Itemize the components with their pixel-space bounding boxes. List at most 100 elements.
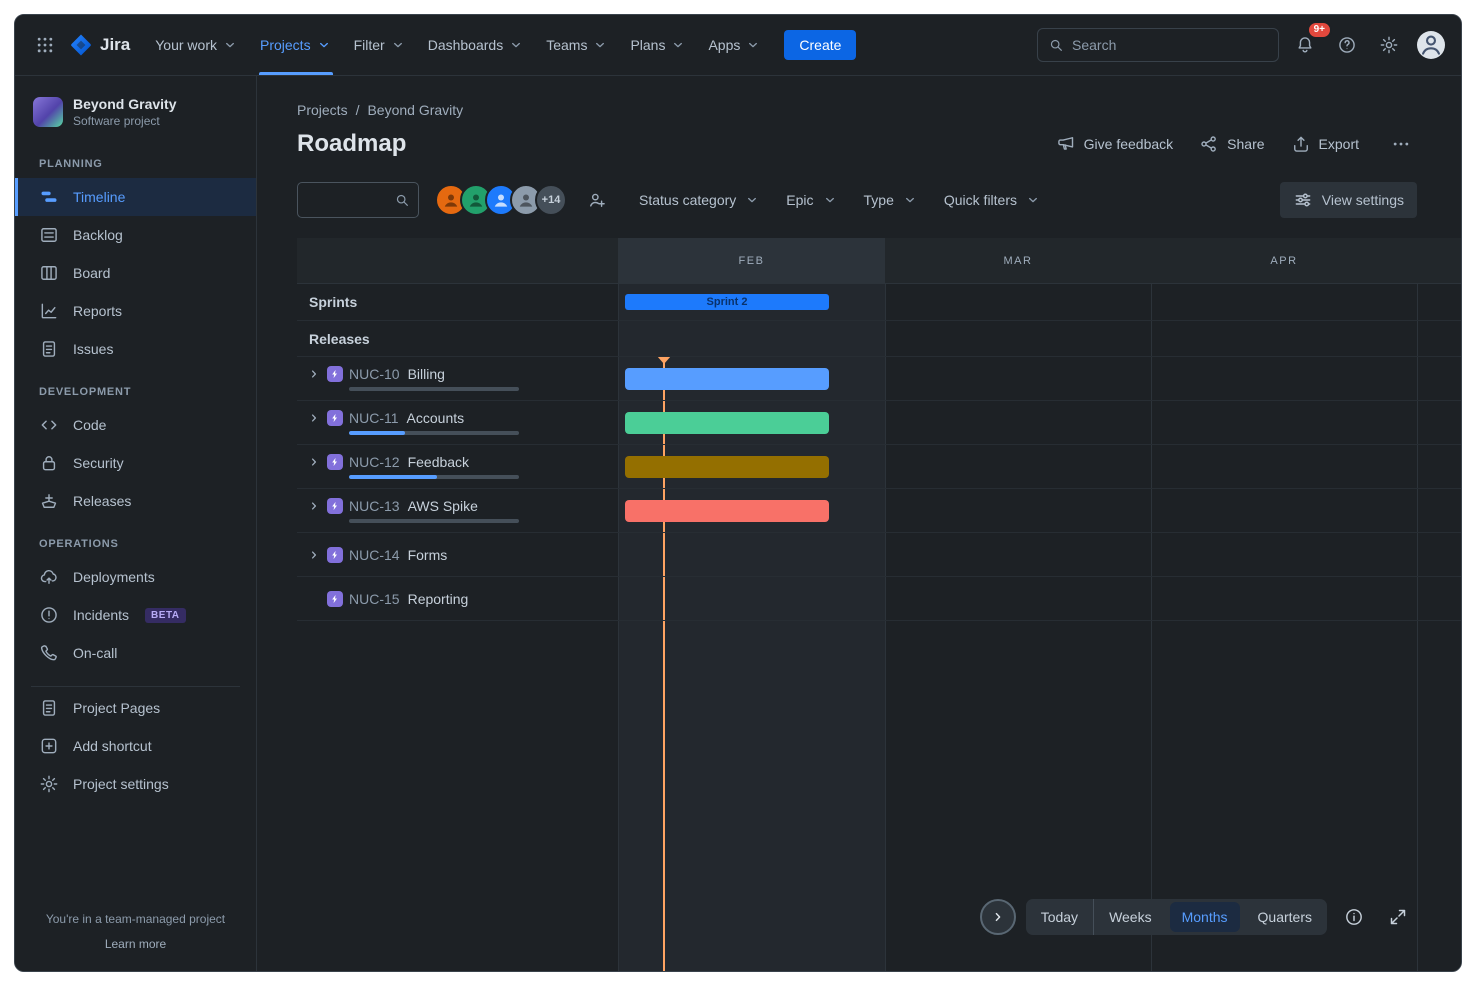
epic-row[interactable]: NUC-12 Feedback xyxy=(297,445,1461,489)
incident-alert-icon xyxy=(39,605,59,625)
nav-filter[interactable]: Filter xyxy=(343,15,417,75)
sidebar-item-add-shortcut[interactable]: Add shortcut xyxy=(15,727,256,765)
chevron-down-icon xyxy=(508,37,524,53)
jira-logo[interactable]: Jira xyxy=(61,33,144,57)
sidebar-divider xyxy=(31,686,240,687)
project-header[interactable]: Beyond Gravity Software project xyxy=(15,94,256,140)
avatar-overflow-count[interactable]: +14 xyxy=(535,184,567,216)
roadmap-main: Projects / Beyond Gravity Roadmap Give f… xyxy=(257,76,1461,971)
epic-progress-track xyxy=(349,387,519,391)
nav-plans[interactable]: Plans xyxy=(619,15,697,75)
filter-status-category[interactable]: Status category xyxy=(629,186,770,214)
nav-apps[interactable]: Apps xyxy=(697,15,772,75)
create-button[interactable]: Create xyxy=(784,30,856,60)
filter-type[interactable]: Type xyxy=(854,186,928,214)
epic-row[interactable]: NUC-10 Billing xyxy=(297,357,1461,401)
more-actions-button[interactable] xyxy=(1385,128,1417,160)
sidebar-item-project-pages[interactable]: Project Pages xyxy=(15,689,256,727)
global-search-input[interactable] xyxy=(1072,37,1268,53)
epic-bar[interactable] xyxy=(625,456,829,478)
zoom-quarters-button[interactable]: Quarters xyxy=(1243,899,1327,935)
share-icon xyxy=(1199,134,1219,154)
cloud-upload-icon xyxy=(39,567,59,587)
zoom-months-button[interactable]: Months xyxy=(1170,902,1240,932)
sidebar-item-issues[interactable]: Issues xyxy=(15,330,256,368)
share-button[interactable]: Share xyxy=(1199,134,1264,154)
chevron-down-icon xyxy=(902,192,918,208)
epic-row[interactable]: NUC-11 Accounts xyxy=(297,401,1461,445)
sidebar-item-board[interactable]: Board xyxy=(15,254,256,292)
epic-row[interactable]: NUC-15 Reporting xyxy=(297,577,1461,621)
sidebar-item-security[interactable]: Security xyxy=(15,444,256,482)
lock-icon xyxy=(39,453,59,473)
sprint-bar[interactable]: Sprint 2 xyxy=(625,294,829,310)
nav-label: Projects xyxy=(260,37,311,53)
chevron-right-icon[interactable] xyxy=(307,411,321,425)
board-icon xyxy=(39,263,59,283)
timeline-bottom-controls: Today Weeks Months Quarters xyxy=(980,899,1415,935)
sidebar-item-label: Project settings xyxy=(73,776,169,792)
top-navigation-bar: Jira Your work Projects Filter Dashboard… xyxy=(15,15,1461,76)
filter-quick-filters[interactable]: Quick filters xyxy=(934,186,1051,214)
epic-bar[interactable] xyxy=(625,412,829,434)
breadcrumb-projects[interactable]: Projects xyxy=(297,102,348,118)
settings-button[interactable] xyxy=(1373,29,1405,61)
global-search[interactable] xyxy=(1037,28,1279,62)
sidebar-item-reports[interactable]: Reports xyxy=(15,292,256,330)
give-feedback-button[interactable]: Give feedback xyxy=(1056,134,1174,154)
filter-epic[interactable]: Epic xyxy=(776,186,847,214)
assignee-avatars: +14 xyxy=(435,184,567,216)
nav-projects[interactable]: Projects xyxy=(249,15,343,75)
nav-dashboards[interactable]: Dashboards xyxy=(417,15,536,75)
epic-row[interactable]: NUC-14 Forms xyxy=(297,533,1461,577)
chevron-right-icon[interactable] xyxy=(307,367,321,381)
sidebar-item-incidents[interactable]: Incidents BETA xyxy=(15,596,256,634)
sidebar-item-backlog[interactable]: Backlog xyxy=(15,216,256,254)
beta-badge: BETA xyxy=(145,608,185,623)
action-label: Export xyxy=(1319,136,1359,152)
month-header-feb: FEB xyxy=(618,238,885,283)
timeline-search-input[interactable] xyxy=(308,192,394,208)
today-button[interactable]: Today xyxy=(1026,899,1094,935)
sidebar-item-releases[interactable]: Releases xyxy=(15,482,256,520)
breadcrumb-project-name[interactable]: Beyond Gravity xyxy=(367,102,463,118)
epic-bar[interactable] xyxy=(625,500,829,522)
sidebar-item-deployments[interactable]: Deployments xyxy=(15,558,256,596)
reports-icon xyxy=(39,301,59,321)
nav-teams[interactable]: Teams xyxy=(535,15,619,75)
filter-label: Status category xyxy=(639,192,736,208)
sidebar-item-on-call[interactable]: On-call xyxy=(15,634,256,672)
sidebar-item-timeline[interactable]: Timeline xyxy=(15,178,256,216)
add-people-button[interactable] xyxy=(581,184,613,216)
zoom-weeks-button[interactable]: Weeks xyxy=(1094,899,1167,935)
epic-name: AWS Spike xyxy=(408,498,478,514)
timeline-info-button[interactable] xyxy=(1337,900,1371,934)
help-button[interactable] xyxy=(1331,29,1363,61)
sidebar-item-code[interactable]: Code xyxy=(15,406,256,444)
project-sidebar: Beyond Gravity Software project PLANNING… xyxy=(15,76,257,971)
export-button[interactable]: Export xyxy=(1291,134,1359,154)
gear-icon xyxy=(1379,35,1399,55)
epic-cell: NUC-11 Accounts xyxy=(297,401,618,444)
chevron-down-icon xyxy=(316,37,332,53)
chevron-right-icon[interactable] xyxy=(307,499,321,513)
chevron-right-icon[interactable] xyxy=(307,455,321,469)
epic-row[interactable]: NUC-13 AWS Spike xyxy=(297,489,1461,533)
learn-more-link[interactable]: Learn more xyxy=(105,937,166,951)
fullscreen-button[interactable] xyxy=(1381,900,1415,934)
timeline-icon xyxy=(39,187,59,207)
chevron-right-icon[interactable] xyxy=(307,548,321,562)
epic-bar[interactable] xyxy=(625,368,829,390)
view-settings-button[interactable]: View settings xyxy=(1280,182,1417,218)
timeline-search[interactable] xyxy=(297,182,419,218)
megaphone-icon xyxy=(1056,134,1076,154)
breadcrumb-separator: / xyxy=(356,102,360,118)
profile-button[interactable] xyxy=(1415,29,1447,61)
zoom-controls: Today Weeks Months Quarters xyxy=(1026,899,1327,935)
sidebar-item-project-settings[interactable]: Project settings xyxy=(15,765,256,803)
scroll-right-button[interactable] xyxy=(980,899,1016,935)
app-switcher-button[interactable] xyxy=(29,29,61,61)
nav-your-work[interactable]: Your work xyxy=(144,15,249,75)
epic-key: NUC-10 xyxy=(349,366,400,382)
notifications-button[interactable]: 9+ xyxy=(1289,29,1321,61)
